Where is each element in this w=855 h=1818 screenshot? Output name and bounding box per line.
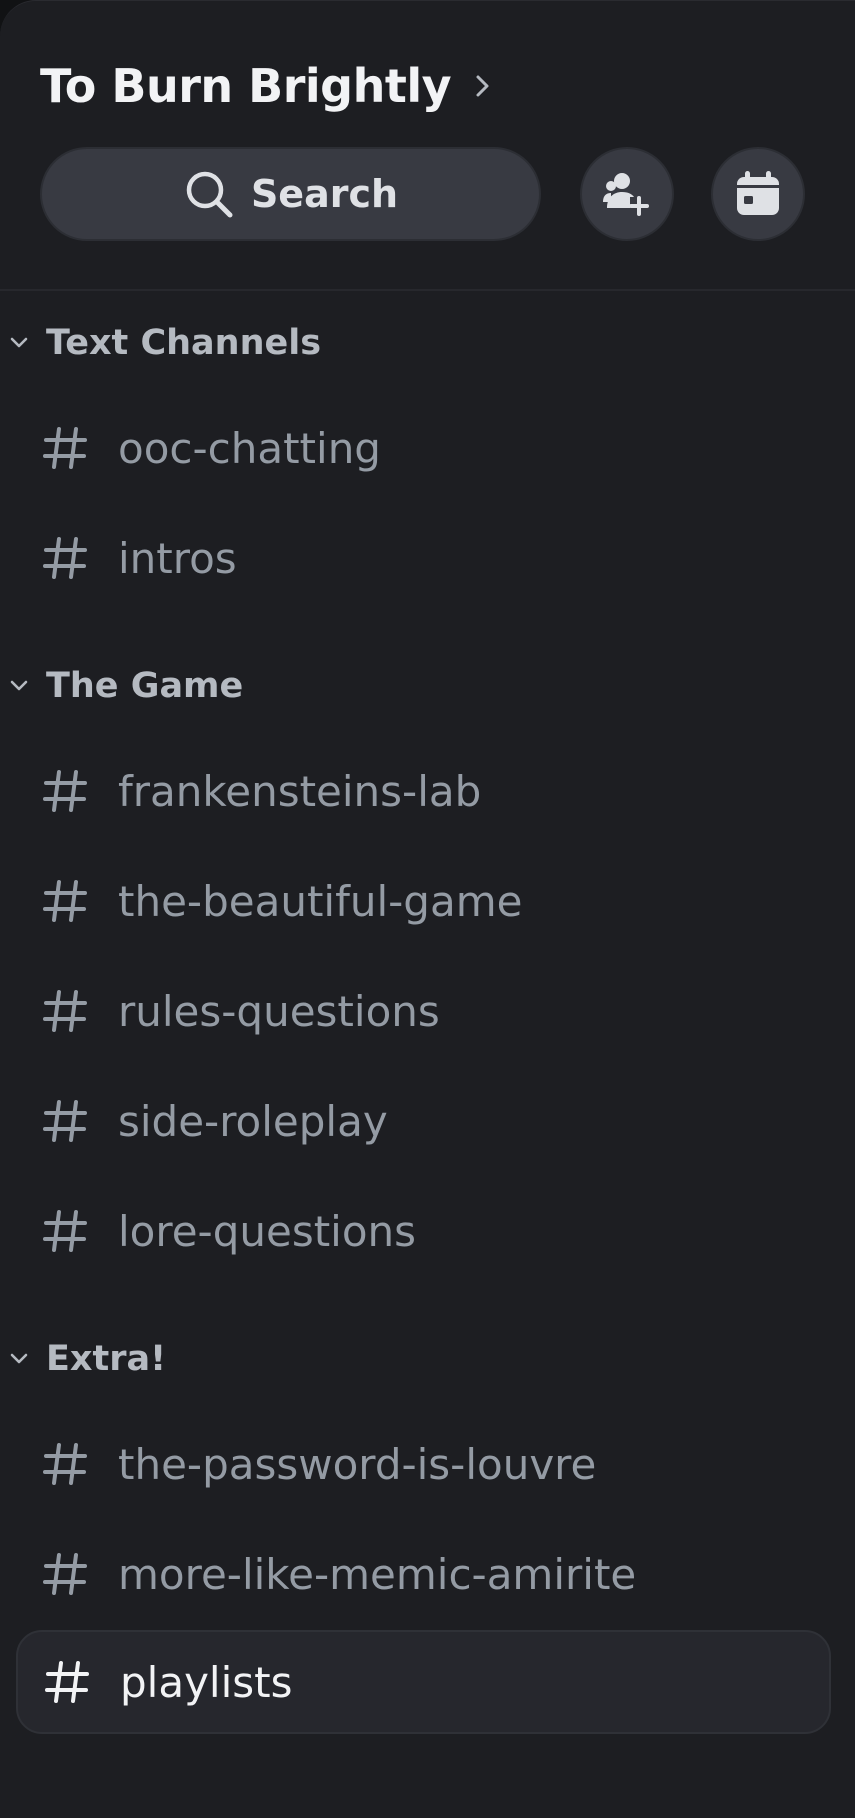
server-header: To Burn Brightly Search [0, 1, 855, 291]
search-icon [186, 171, 233, 218]
chevron-down-icon [10, 1353, 28, 1364]
channel-frankensteins-lab[interactable]: frankensteins-lab [16, 739, 831, 843]
hash-icon [45, 1661, 89, 1703]
events-button[interactable] [711, 147, 805, 241]
calendar-icon [737, 171, 779, 215]
chevron-down-icon [10, 337, 28, 348]
add-member-icon [603, 173, 649, 216]
channel-name: frankensteins-lab [118, 766, 482, 816]
hash-icon [43, 1553, 87, 1595]
category-label: The Game [46, 666, 244, 706]
channel-side-roleplay[interactable]: side-roleplay [16, 1069, 831, 1173]
hash-icon [43, 1100, 87, 1142]
hash-icon [43, 1443, 87, 1485]
channel-name: rules-questions [118, 986, 440, 1036]
invite-members-button[interactable] [580, 147, 674, 241]
hash-icon [43, 990, 87, 1032]
server-title-button[interactable]: To Burn Brightly [40, 59, 493, 113]
channel-more-like-memic-amirite[interactable]: more-like-memic-amirite [16, 1522, 831, 1626]
channel-playlists[interactable]: playlists [16, 1630, 831, 1734]
channel-intros[interactable]: intros [16, 506, 831, 610]
hash-icon [43, 770, 87, 812]
search-button[interactable]: Search [40, 147, 541, 241]
channel-name: playlists [120, 1657, 293, 1707]
channel-the-password-is-louvre[interactable]: the-password-is-louvre [16, 1412, 831, 1516]
chevron-right-icon [476, 75, 489, 97]
chevron-down-icon [10, 680, 28, 691]
channel-name: lore-questions [118, 1206, 417, 1256]
channel-the-beautiful-game[interactable]: the-beautiful-game [16, 849, 831, 953]
search-label: Search [250, 172, 399, 216]
channel-rules-questions[interactable]: rules-questions [16, 959, 831, 1063]
channel-name: the-beautiful-game [118, 876, 523, 926]
server-name: To Burn Brightly [40, 59, 452, 113]
category-the-game[interactable]: The Game [0, 656, 855, 716]
channel-name: more-like-memic-amirite [118, 1549, 637, 1599]
category-label: Extra! [46, 1339, 167, 1379]
channel-name: the-password-is-louvre [118, 1439, 597, 1489]
channel-lore-questions[interactable]: lore-questions [16, 1179, 831, 1283]
channel-sidebar: To Burn Brightly Search Text Channels oo… [0, 0, 855, 1818]
hash-icon [43, 1210, 87, 1252]
channel-name: ooc-chatting [118, 423, 381, 473]
hash-icon [43, 880, 87, 922]
hash-icon [43, 537, 87, 579]
channel-name: intros [118, 533, 237, 583]
category-text-channels[interactable]: Text Channels [0, 313, 855, 373]
category-label: Text Channels [46, 323, 322, 363]
channel-name: side-roleplay [118, 1096, 388, 1146]
category-extra[interactable]: Extra! [0, 1329, 855, 1389]
hash-icon [43, 427, 87, 469]
channel-ooc-chatting[interactable]: ooc-chatting [16, 396, 831, 500]
